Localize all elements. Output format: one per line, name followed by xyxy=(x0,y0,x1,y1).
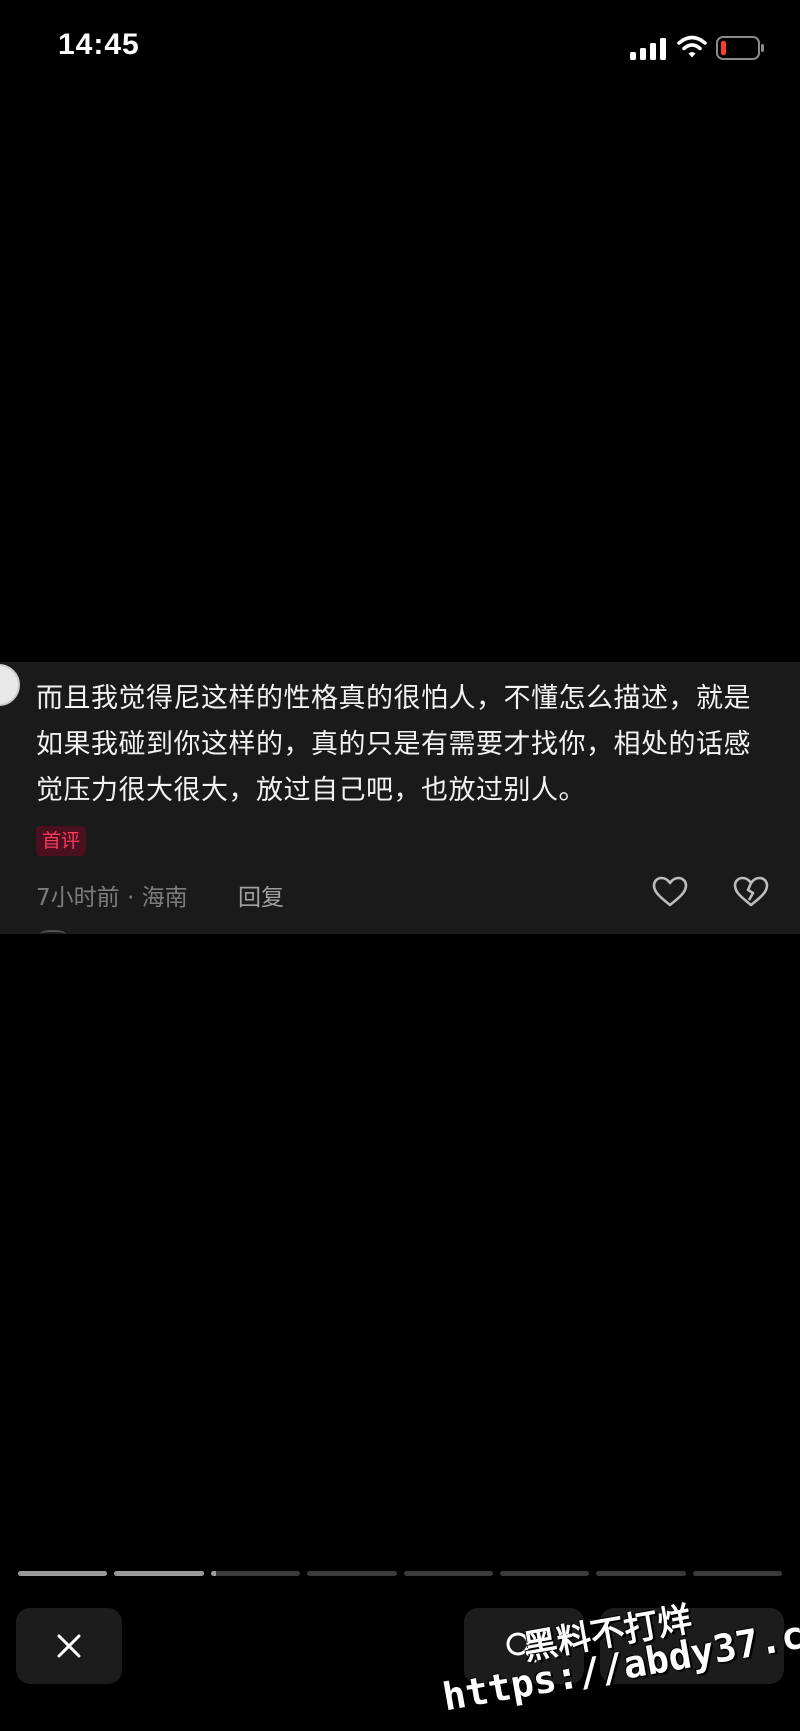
close-icon xyxy=(57,1634,81,1658)
progress-segment xyxy=(692,1571,782,1576)
comment-card: 而且我觉得尼这样的性格真的很怕人，不懂怎么描述，就是如果我碰到你这样的，真的只是… xyxy=(0,662,800,934)
heart-icon[interactable] xyxy=(652,876,688,908)
broken-heart-icon[interactable] xyxy=(733,876,769,908)
progress-segment xyxy=(210,1571,301,1576)
progress-segment-fill xyxy=(18,1571,108,1576)
progress-segment xyxy=(18,1571,108,1576)
progress-segment xyxy=(307,1571,397,1576)
avatar[interactable] xyxy=(0,664,20,706)
progress-segment-fill xyxy=(210,1571,217,1576)
first-comment-badge: 首评 xyxy=(36,826,87,856)
wifi-icon xyxy=(677,35,707,58)
close-button[interactable] xyxy=(16,1608,122,1684)
progress-segment-fill xyxy=(114,1571,204,1576)
status-time: 14:45 xyxy=(58,28,140,61)
comment-meta: 7小时前 · 海南 xyxy=(36,885,188,911)
progress-segment xyxy=(114,1571,204,1576)
battery-icon xyxy=(716,36,764,60)
progress-segment xyxy=(596,1571,686,1576)
reply-button[interactable]: 回复 xyxy=(238,878,284,912)
progress-segment xyxy=(403,1571,493,1576)
story-progress xyxy=(18,1571,782,1576)
signal-icon xyxy=(630,38,666,60)
progress-segment xyxy=(499,1571,590,1576)
status-bar: 14:45 xyxy=(0,0,800,96)
next-comment-avatar xyxy=(40,930,66,938)
comment-text: 而且我觉得尼这样的性格真的很怕人，不懂怎么描述，就是如果我碰到你这样的，真的只是… xyxy=(36,683,751,806)
